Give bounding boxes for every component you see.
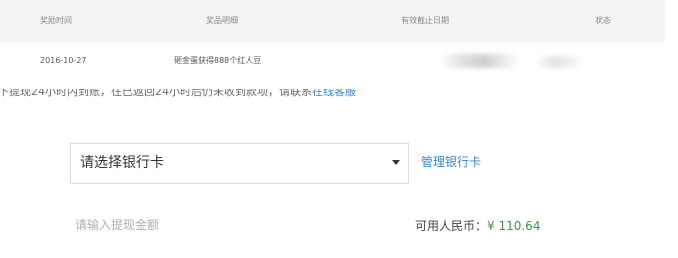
header-status: 状态 bbox=[595, 16, 611, 25]
withdraw-page: 奖励时间 奖品明细 有效截止日期 状态 2016-10-27 砸金蛋获得888个… bbox=[0, 0, 678, 258]
caret-down-icon bbox=[392, 160, 400, 165]
withdraw-notice: 下提现24小时内到账，往已返回24小时后仍未收到款项，请联系在线客服 bbox=[0, 85, 498, 100]
redacted-expire-date bbox=[440, 54, 520, 68]
redacted-status bbox=[535, 56, 585, 68]
available-balance: 可用人民币：¥ 110.64 bbox=[415, 216, 540, 236]
header-expire-date: 有效截止日期 bbox=[401, 16, 449, 25]
notice-text: 下提现24小时内到账，往已返回24小时后仍未收到款项，请联系 bbox=[0, 85, 312, 98]
row-reward-time: 2016-10-27 bbox=[40, 56, 87, 65]
manage-bank-card-link[interactable]: 管理银行卡 bbox=[421, 152, 481, 172]
online-service-link[interactable]: 在线客服 bbox=[312, 89, 356, 98]
table-header: 奖励时间 奖品明细 有效截止日期 状态 bbox=[0, 0, 665, 42]
row-prize-detail: 砸金蛋获得888个红人豆 bbox=[174, 56, 262, 65]
header-reward-time: 奖励时间 bbox=[40, 16, 72, 25]
bank-card-select[interactable]: 请选择银行卡 bbox=[70, 143, 409, 184]
available-balance-value: ¥ 110.64 bbox=[487, 219, 541, 233]
available-balance-label: 可用人民币： bbox=[415, 219, 488, 233]
withdraw-amount-input[interactable] bbox=[70, 205, 390, 245]
header-prize-detail: 奖品明细 bbox=[206, 16, 238, 25]
bank-card-select-value: 请选择银行卡 bbox=[80, 155, 164, 171]
table-row: 2016-10-27 砸金蛋获得888个红人豆 bbox=[0, 42, 665, 80]
